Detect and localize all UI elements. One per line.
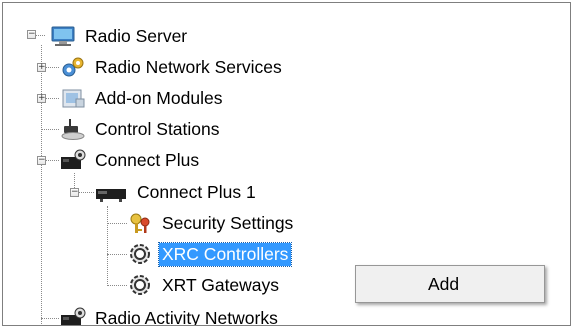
expand-toggle[interactable]: +	[37, 94, 46, 103]
collapse-toggle[interactable]: −	[70, 188, 79, 197]
tree-node-radio-network-services[interactable]: Radio Network Services	[60, 54, 285, 80]
tree-node-addon-modules[interactable]: Add-on Modules	[60, 85, 225, 111]
tree-line	[107, 254, 127, 255]
tree-line	[41, 129, 59, 130]
collapse-toggle[interactable]: −	[27, 30, 36, 39]
tree-node-label: Control Stations	[95, 118, 220, 139]
gear-network-icon	[60, 55, 86, 79]
tree-node-label: Radio Server	[85, 25, 188, 46]
tree-line	[41, 318, 59, 319]
tree-node-label: Connect Plus 1	[137, 181, 256, 202]
tree-node-label: Security Settings	[162, 212, 294, 233]
tree-node-label: Radio Activity Networks	[95, 307, 278, 326]
repeater-icon	[60, 306, 86, 325]
tree-line	[107, 206, 108, 286]
tree-line	[107, 223, 127, 224]
tree-line	[107, 285, 127, 286]
menu-item-label: Add	[428, 273, 460, 294]
tree-panel: − + + − − Radio Server Radio Network Ser…	[2, 2, 571, 326]
tree-node-radio-activity-networks[interactable]: Radio Activity Networks	[60, 305, 281, 326]
tree-node-label: Radio Network Services	[95, 56, 282, 77]
context-menu-add[interactable]: Add	[358, 268, 542, 300]
expand-toggle[interactable]: +	[37, 63, 46, 72]
gear-controller-icon	[127, 242, 153, 266]
keys-icon	[127, 211, 153, 235]
tree-node-label: XRT Gateways	[162, 274, 280, 295]
tree-node-control-stations[interactable]: Control Stations	[60, 116, 223, 142]
collapse-toggle[interactable]: −	[37, 156, 46, 165]
tree-node-xrt-gateways[interactable]: XRT Gateways	[127, 272, 282, 298]
repeater-device-icon	[94, 180, 128, 204]
gear-gateway-icon	[127, 273, 153, 297]
tree-node-label: Add-on Modules	[95, 87, 223, 108]
computer-icon	[50, 24, 76, 48]
tree-node-xrc-controllers[interactable]: XRC Controllers	[127, 241, 293, 267]
context-menu: Add	[355, 265, 545, 303]
tree-node-connect-plus-1[interactable]: Connect Plus 1	[94, 179, 259, 205]
tree-line	[41, 45, 42, 324]
puzzle-module-icon	[60, 86, 86, 110]
tree-node-label: XRC Controllers	[157, 241, 293, 267]
tree-node-security-settings[interactable]: Security Settings	[127, 210, 296, 236]
radio-station-icon	[60, 117, 86, 141]
tree-node-radio-server[interactable]: Radio Server	[50, 23, 190, 49]
tree-node-label: Connect Plus	[95, 149, 200, 170]
tree-node-connect-plus[interactable]: Connect Plus	[60, 147, 202, 173]
repeater-icon	[60, 148, 86, 172]
